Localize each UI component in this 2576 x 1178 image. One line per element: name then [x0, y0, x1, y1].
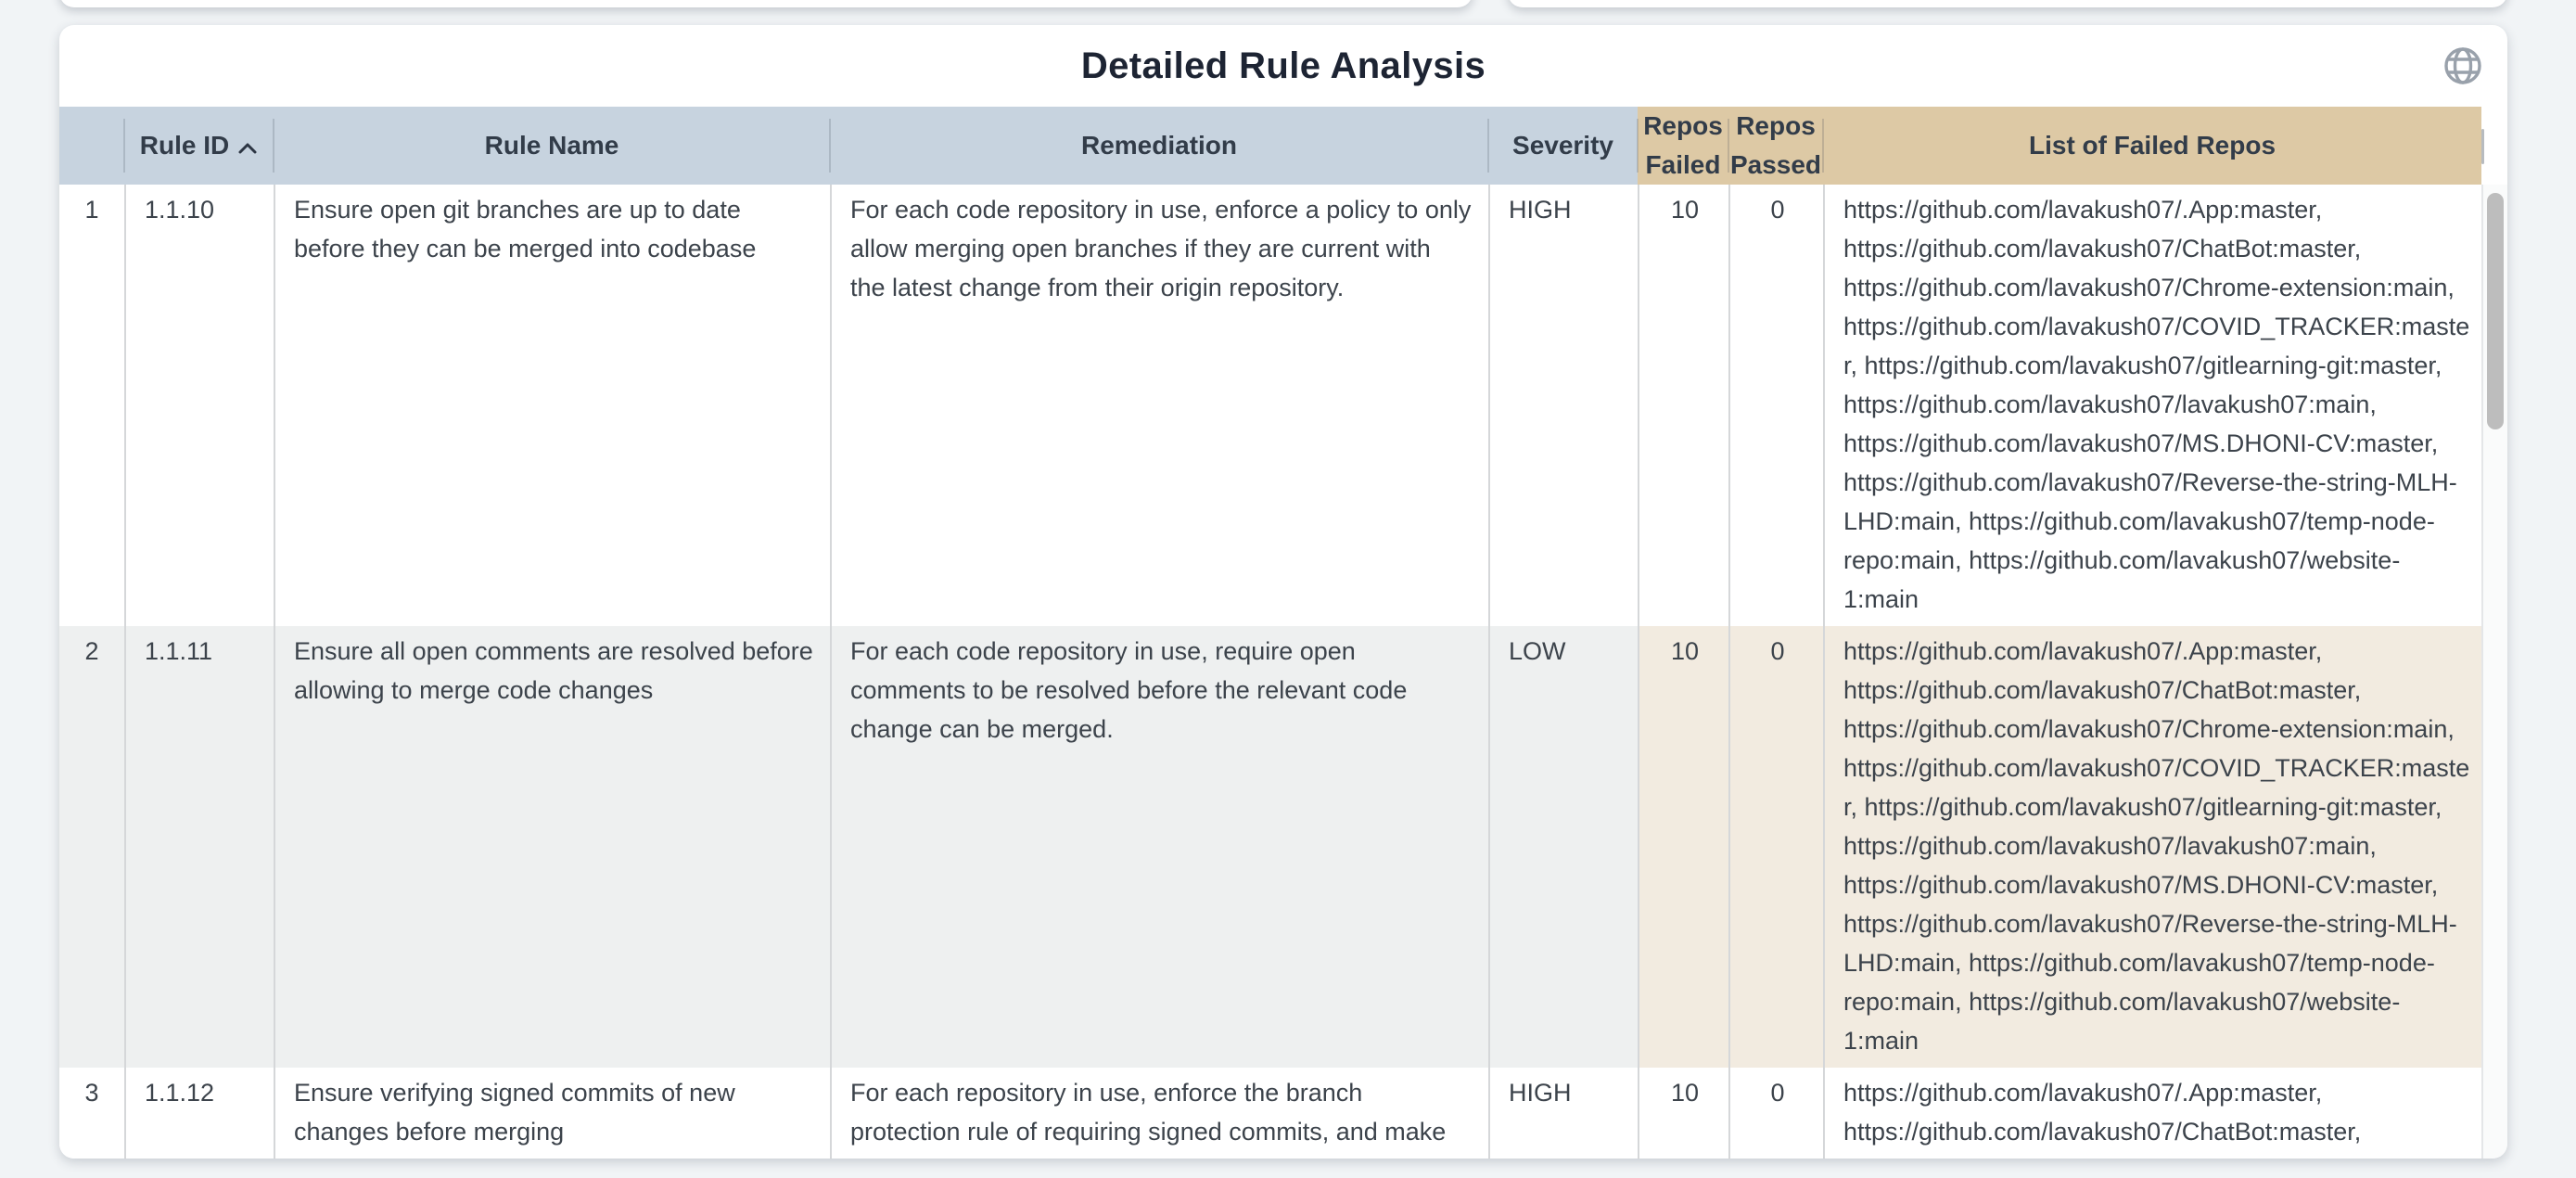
table-row: 1 1.1.10 Ensure open git branches are up…	[59, 185, 2481, 626]
globe-icon	[2442, 75, 2483, 89]
rule-analysis-table: Rule ID Rule Name Remediation Severity R…	[59, 107, 2481, 1159]
table-row: 2 1.1.11 Ensure all open comments are re…	[59, 626, 2481, 1068]
vertical-scrollbar[interactable]	[2481, 185, 2507, 1159]
cell-failed-repos-list: https://github.com/lavakush07/.App:maste…	[1823, 626, 2481, 1068]
cell-remediation: For each code repository in use, enforce…	[830, 185, 1488, 626]
cell-rule-name: Ensure all open comments are resolved be…	[274, 626, 830, 1068]
cell-repos-failed: 10	[1638, 185, 1728, 626]
cell-rule-name: Ensure verifying signed commits of new c…	[274, 1068, 830, 1159]
column-header-severity[interactable]: Severity	[1488, 107, 1638, 185]
page-title: Detailed Rule Analysis	[59, 25, 2507, 107]
table-header-row: Rule ID Rule Name Remediation Severity R…	[59, 107, 2481, 185]
cell-remediation: For each repository in use, enforce the …	[830, 1068, 1488, 1159]
cell-row-number: 3	[59, 1068, 124, 1159]
card-above-left	[59, 0, 1473, 7]
cell-repos-failed: 10	[1638, 1068, 1728, 1159]
cell-rule-id: 1.1.12	[124, 1068, 274, 1159]
column-header-repos-failed[interactable]: Repos Failed	[1638, 107, 1728, 185]
header-gutter-separator	[2481, 129, 2484, 164]
table-row: 3 1.1.12 Ensure verifying signed commits…	[59, 1068, 2481, 1159]
column-header-failed-repos-list[interactable]: List of Failed Repos	[1823, 107, 2481, 185]
cell-severity: HIGH	[1488, 1068, 1638, 1159]
detailed-rule-analysis-card: Detailed Rule Analysis Rule ID	[59, 25, 2507, 1159]
globe-button[interactable]	[2442, 45, 2483, 86]
cell-repos-passed: 0	[1728, 626, 1823, 1068]
cell-repos-passed: 0	[1728, 1068, 1823, 1159]
column-header-rule-id-label: Rule ID	[140, 126, 229, 165]
scrollbar-thumb[interactable]	[2487, 193, 2504, 429]
column-header-rule-name[interactable]: Rule Name	[274, 107, 830, 185]
card-above-right	[1508, 0, 2507, 7]
cell-row-number: 1	[59, 185, 124, 626]
column-header-rule-id[interactable]: Rule ID	[124, 107, 274, 185]
column-header-remediation[interactable]: Remediation	[830, 107, 1488, 185]
cell-repos-failed: 10	[1638, 626, 1728, 1068]
cell-rule-id: 1.1.10	[124, 185, 274, 626]
cell-failed-repos-list: https://github.com/lavakush07/.App:maste…	[1823, 1068, 2481, 1159]
cell-repos-passed: 0	[1728, 185, 1823, 626]
cell-remediation: For each code repository in use, require…	[830, 626, 1488, 1068]
cell-severity: HIGH	[1488, 185, 1638, 626]
cell-row-number: 2	[59, 626, 124, 1068]
column-header-index	[59, 107, 124, 185]
cell-severity: LOW	[1488, 626, 1638, 1068]
column-header-repos-passed[interactable]: Repos Passed	[1728, 107, 1823, 185]
card-title-bar: Detailed Rule Analysis	[59, 25, 2507, 107]
cell-rule-id: 1.1.11	[124, 626, 274, 1068]
cell-rule-name: Ensure open git branches are up to date …	[274, 185, 830, 626]
sort-ascending-icon	[237, 127, 258, 166]
cell-failed-repos-list: https://github.com/lavakush07/.App:maste…	[1823, 185, 2481, 626]
